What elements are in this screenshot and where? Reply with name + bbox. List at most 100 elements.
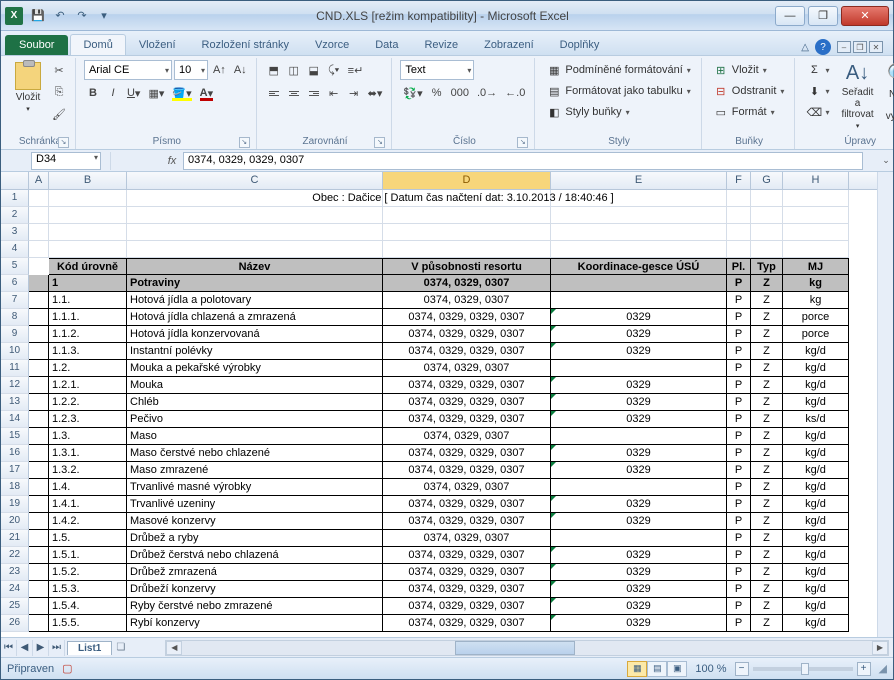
cell[interactable]: kg [783, 292, 849, 309]
cell[interactable] [29, 326, 49, 343]
cell[interactable] [551, 275, 727, 292]
cell[interactable]: 0374, 0329, 0307 [383, 530, 551, 547]
cell[interactable]: Z [751, 530, 783, 547]
cell[interactable]: Z [751, 615, 783, 632]
cell[interactable]: Z [751, 275, 783, 292]
row-header[interactable]: 13 [1, 394, 29, 411]
cell[interactable]: 0374, 0329, 0329, 0307 [383, 547, 551, 564]
cut-icon[interactable]: ✂ [49, 60, 69, 80]
cell[interactable]: kg/d [783, 394, 849, 411]
cell[interactable]: 0374, 0329, 0307 [383, 360, 551, 377]
format-as-table-button[interactable]: ▤Formátovat jako tabulku [543, 81, 694, 101]
cell[interactable] [29, 241, 49, 258]
cell[interactable]: Trvanlivé uzeniny [127, 496, 383, 513]
cell[interactable]: P [727, 581, 751, 598]
scroll-left-icon[interactable]: ◀ [166, 641, 182, 655]
cell[interactable]: 0329 [551, 343, 727, 360]
vertical-scrollbar[interactable] [877, 172, 893, 637]
increase-indent-icon[interactable]: ⇥ [345, 83, 363, 103]
zoom-slider[interactable] [753, 667, 853, 671]
align-left-icon[interactable] [265, 83, 283, 103]
cell[interactable]: Potraviny [127, 275, 383, 292]
row-header[interactable]: 16 [1, 445, 29, 462]
cell[interactable]: kg [783, 275, 849, 292]
cell[interactable]: 0374, 0329, 0329, 0307 [383, 513, 551, 530]
row-header[interactable]: 6 [1, 275, 29, 292]
cell[interactable]: kg/d [783, 513, 849, 530]
cell[interactable]: Maso čerstvé nebo chlazené [127, 445, 383, 462]
tab-addins[interactable]: Doplňky [547, 34, 613, 55]
clear-button[interactable]: ⌫ [803, 102, 833, 122]
formula-bar[interactable]: 0374, 0329, 0329, 0307 [183, 152, 863, 170]
cell[interactable]: 0374, 0329, 0329, 0307 [383, 343, 551, 360]
cell[interactable]: 1.4.2. [49, 513, 127, 530]
cell[interactable]: 0374, 0329, 0329, 0307 [383, 581, 551, 598]
cell[interactable]: Koordinace-gesce ÚSÚ [551, 258, 727, 275]
cell[interactable]: Z [751, 598, 783, 615]
decrease-decimal-icon[interactable]: ←.0 [502, 83, 528, 103]
cell[interactable] [29, 513, 49, 530]
cell[interactable] [29, 411, 49, 428]
sort-filter-button[interactable]: A↓Seřadit a filtrovat▾ [837, 60, 877, 132]
cell[interactable] [29, 598, 49, 615]
cell[interactable] [751, 224, 783, 241]
cell[interactable]: 1.3.2. [49, 462, 127, 479]
cell[interactable]: Z [751, 292, 783, 309]
cell[interactable]: 0374, 0329, 0329, 0307 [383, 411, 551, 428]
cell[interactable]: 0374, 0329, 0307 [383, 292, 551, 309]
cell[interactable] [551, 207, 727, 224]
increase-decimal-icon[interactable]: .0→ [474, 83, 500, 103]
maximize-button[interactable]: ❐ [808, 6, 838, 26]
name-box[interactable]: D34 [31, 152, 101, 170]
cell[interactable] [29, 258, 49, 275]
bold-button[interactable]: B [84, 83, 102, 103]
cell[interactable] [29, 496, 49, 513]
cell[interactable] [783, 241, 849, 258]
cell[interactable]: 0329 [551, 394, 727, 411]
format-painter-icon[interactable]: 🖌 [49, 104, 69, 124]
cell[interactable] [29, 190, 49, 207]
cell[interactable]: 0329 [551, 598, 727, 615]
tab-home[interactable]: Domů [70, 34, 125, 55]
help-icon[interactable]: ? [815, 39, 831, 55]
cell[interactable]: kg/d [783, 462, 849, 479]
cell[interactable]: 0329 [551, 564, 727, 581]
cell[interactable]: P [727, 428, 751, 445]
horizontal-scrollbar[interactable]: ◀ ▶ [165, 640, 889, 656]
cell[interactable]: 0374, 0329, 0329, 0307 [383, 598, 551, 615]
cell[interactable]: P [727, 309, 751, 326]
cell[interactable] [29, 428, 49, 445]
cell[interactable] [29, 581, 49, 598]
cell[interactable]: P [727, 445, 751, 462]
cell[interactable]: Rybí konzervy [127, 615, 383, 632]
cell[interactable]: P [727, 564, 751, 581]
percent-format-icon[interactable]: % [428, 83, 446, 103]
tab-view[interactable]: Zobrazení [471, 34, 547, 55]
cell[interactable] [29, 224, 49, 241]
cell[interactable]: 0329 [551, 581, 727, 598]
row-header[interactable]: 7 [1, 292, 29, 309]
cell[interactable] [29, 292, 49, 309]
cell[interactable]: Z [751, 360, 783, 377]
cell[interactable]: Z [751, 462, 783, 479]
cell[interactable]: 1.2.1. [49, 377, 127, 394]
cell[interactable]: Z [751, 394, 783, 411]
cell[interactable]: 1.4. [49, 479, 127, 496]
cell[interactable] [551, 241, 727, 258]
row-header[interactable]: 26 [1, 615, 29, 632]
font-size-combo[interactable]: 10 [174, 60, 208, 80]
cell[interactable]: kg/d [783, 377, 849, 394]
cell[interactable] [127, 207, 383, 224]
col-header[interactable]: E [551, 172, 727, 189]
cell[interactable]: Hotová jídla konzervovaná [127, 326, 383, 343]
cell[interactable]: Trvanlivé masné výrobky [127, 479, 383, 496]
cell[interactable]: Z [751, 581, 783, 598]
cell[interactable]: Z [751, 326, 783, 343]
macro-record-icon[interactable]: ▢ [62, 662, 72, 675]
cell[interactable]: Z [751, 428, 783, 445]
tab-data[interactable]: Data [362, 34, 411, 55]
orientation-icon[interactable]: ⤹▾ [325, 60, 343, 80]
cell[interactable]: 0374, 0329, 0329, 0307 [383, 445, 551, 462]
dialog-launcher-icon[interactable]: ↘ [374, 137, 385, 148]
cell[interactable] [783, 207, 849, 224]
